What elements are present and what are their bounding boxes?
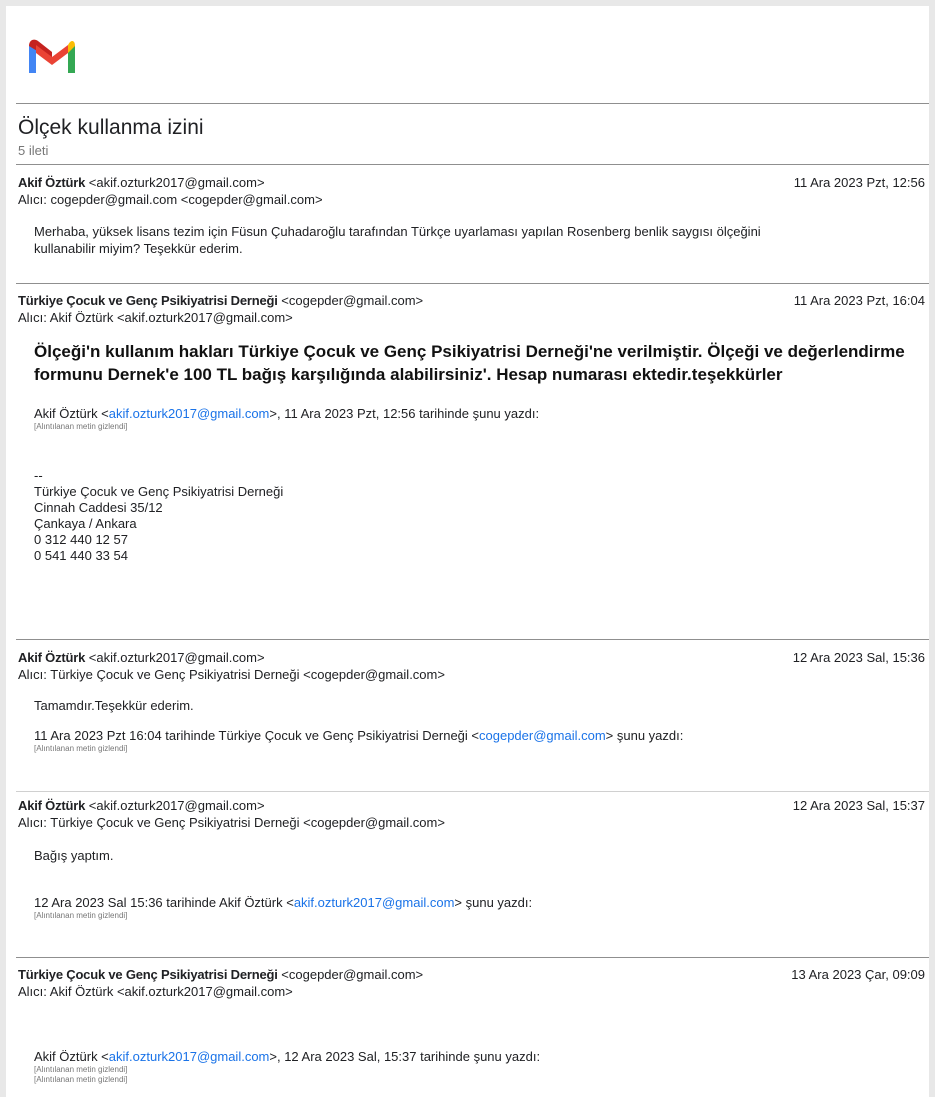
divider [16,957,929,958]
body-text: Merhaba, yüksek lisans tezim için Füsun … [34,224,761,239]
signature-line: Cinnah Caddesi 35/12 [34,500,163,515]
sender-email: <akif.ozturk2017@gmail.com> [88,175,265,190]
quote-header: 11 Ara 2023 Pzt 16:04 tarihinde Türkiye … [34,727,929,744]
sender-name: Akif Öztürk [18,650,86,665]
body-text: Bağış yaptım. [34,848,114,863]
hidden-quote-label[interactable]: [Alıntılanan metin gizlendi] [34,1065,929,1075]
message-header: Akif Öztürk <akif.ozturk2017@gmail.com> … [18,797,929,814]
message-1: Akif Öztürk <akif.ozturk2017@gmail.com> … [18,174,929,257]
quote-suffix: > şunu yazdı: [454,895,533,910]
message-body: Tamamdır.Teşekkür ederim. 11 Ara 2023 Pz… [18,697,929,754]
signature-line: 0 541 440 33 54 [34,548,128,563]
message-header: Akif Öztürk <akif.ozturk2017@gmail.com> … [18,174,929,191]
signature-line: 0 312 440 12 57 [34,532,128,547]
print-page: Ölçek kullanma izini 5 ileti Akif Öztürk… [6,6,929,1097]
quote-header: Akif Öztürk <akif.ozturk2017@gmail.com>,… [34,1048,929,1065]
quote-prefix: Akif Öztürk < [34,406,109,421]
hidden-quote-label[interactable]: [Alıntılanan metin gizlendi] [34,1075,929,1085]
quote-suffix: >, 11 Ara 2023 Pzt, 12:56 tarihinde şunu… [269,406,540,421]
recipient-line: Alıcı: Akif Öztürk <akif.ozturk2017@gmai… [18,984,293,999]
signature-dash: -- [34,468,43,483]
sender-email: <cogepder@gmail.com> [281,293,424,308]
sender-name: Akif Öztürk [18,175,86,190]
signature-line: Türkiye Çocuk ve Genç Psikiyatrisi Derne… [34,484,284,499]
body-text: Tamamdır.Teşekkür ederim. [34,698,194,713]
sender-name: Türkiye Çocuk ve Genç Psikiyatrisi Derne… [18,967,278,982]
recipient-line: Alıcı: Akif Öztürk <akif.ozturk2017@gmai… [18,310,293,325]
signature: -- Türkiye Çocuk ve Genç Psikiyatrisi De… [34,468,929,564]
email-link[interactable]: akif.ozturk2017@gmail.com [109,1049,270,1064]
divider [16,164,929,165]
sender-name: Türkiye Çocuk ve Genç Psikiyatrisi Derne… [18,293,278,308]
email-link[interactable]: cogepder@gmail.com [479,728,606,743]
message-header: Türkiye Çocuk ve Genç Psikiyatrisi Derne… [18,292,929,309]
hidden-quote-label[interactable]: [Alıntılanan metin gizlendi] [34,422,929,432]
gmail-logo-icon [29,39,75,73]
hidden-quote-label[interactable]: [Alıntılanan metin gizlendi] [34,744,929,754]
message-header: Akif Öztürk <akif.ozturk2017@gmail.com> … [18,649,929,666]
sender-name: Akif Öztürk [18,798,86,813]
recipient-line: Alıcı: Türkiye Çocuk ve Genç Psikiyatris… [18,815,445,830]
email-link[interactable]: akif.ozturk2017@gmail.com [294,895,455,910]
message-5: Türkiye Çocuk ve Genç Psikiyatrisi Derne… [18,966,929,1085]
divider [16,283,929,284]
body-text: kullanabilir miyim? Teşekkür ederim. [34,241,243,256]
body-text: Ölçeği'n kullanım hakları Türkiye Çocuk … [34,342,905,361]
message-date: 11 Ara 2023 Pzt, 16:04 [793,293,925,308]
message-4: Akif Öztürk <akif.ozturk2017@gmail.com> … [18,797,929,921]
thread-subject: Ölçek kullanma izini [18,116,204,139]
quote-header: 12 Ara 2023 Sal 15:36 tarihinde Akif Özt… [34,894,929,911]
message-date: 13 Ara 2023 Çar, 09:09 [791,967,925,982]
sender-email: <cogepder@gmail.com> [281,967,424,982]
message-date: 12 Ara 2023 Sal, 15:36 [792,650,925,665]
divider [16,791,929,792]
message-body: Ölçeği'n kullanım hakları Türkiye Çocuk … [18,340,929,564]
message-date: 11 Ara 2023 Pzt, 12:56 [793,175,925,190]
quote-prefix: 12 Ara 2023 Sal 15:36 tarihinde Akif Özt… [34,895,294,910]
signature-line: Çankaya / Ankara [34,516,137,531]
quote-prefix: 11 Ara 2023 Pzt 16:04 tarihinde Türkiye … [34,728,479,743]
hidden-quote-label[interactable]: [Alıntılanan metin gizlendi] [34,911,929,921]
message-body: Merhaba, yüksek lisans tezim için Füsun … [18,223,929,257]
message-body: Bağış yaptım. 12 Ara 2023 Sal 15:36 tari… [18,847,929,921]
email-link[interactable]: akif.ozturk2017@gmail.com [109,406,270,421]
quote-suffix: >, 12 Ara 2023 Sal, 15:37 tarihinde şunu… [269,1049,541,1064]
message-header: Türkiye Çocuk ve Genç Psikiyatrisi Derne… [18,966,929,983]
sender-email: <akif.ozturk2017@gmail.com> [88,650,265,665]
recipient-line: Alıcı: cogepder@gmail.com <cogepder@gmai… [18,192,323,207]
message-count: 5 ileti [18,143,49,158]
message-2: Türkiye Çocuk ve Genç Psikiyatrisi Derne… [18,292,929,564]
divider [16,103,929,104]
quote-prefix: Akif Öztürk < [34,1049,109,1064]
sender-email: <akif.ozturk2017@gmail.com> [88,798,265,813]
message-date: 12 Ara 2023 Sal, 15:37 [792,798,925,813]
message-3: Akif Öztürk <akif.ozturk2017@gmail.com> … [18,649,929,754]
body-text: formunu Dernek'e 100 TL bağış karşılığın… [34,365,783,384]
recipient-line: Alıcı: Türkiye Çocuk ve Genç Psikiyatris… [18,667,445,682]
divider [16,639,929,640]
quote-suffix: > şunu yazdı: [605,728,684,743]
quote-header: Akif Öztürk <akif.ozturk2017@gmail.com>,… [34,405,929,422]
message-body: Akif Öztürk <akif.ozturk2017@gmail.com>,… [18,1048,929,1085]
